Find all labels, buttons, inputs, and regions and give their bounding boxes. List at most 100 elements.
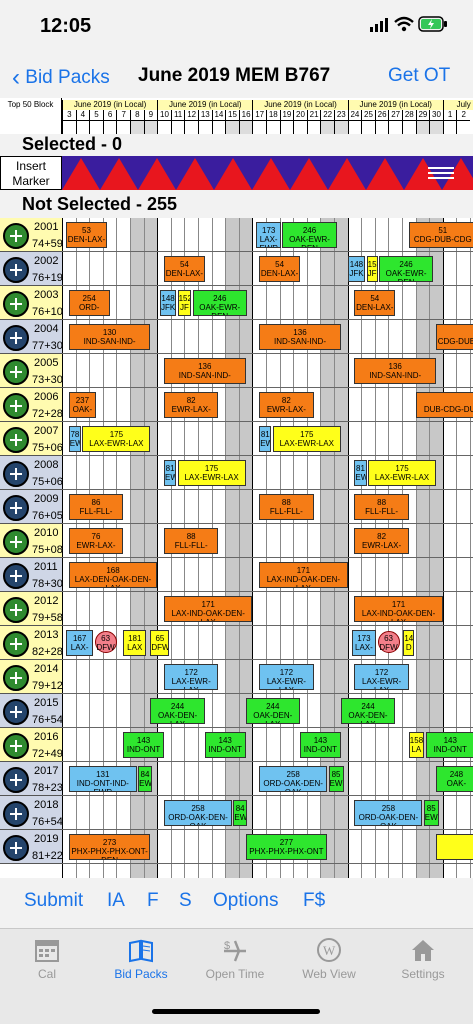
add-line-icon[interactable]: [3, 733, 29, 759]
trip-pairing[interactable]: 82 EWR-LAX-: [164, 392, 219, 418]
trip-pairing[interactable]: 85EWR: [423, 800, 439, 826]
trip-pairing[interactable]: 175 LAX-EWR-LAX: [368, 460, 436, 486]
trip-pairing[interactable]: 82 EWR-LAX-: [259, 392, 314, 418]
trip-pairing[interactable]: 143 IND-ONT: [204, 732, 246, 758]
add-line-icon[interactable]: [3, 699, 29, 725]
options-button[interactable]: Options: [213, 890, 278, 912]
trip-pairing[interactable]: 54 DEN-LAX-: [354, 290, 396, 316]
trip-pairing[interactable]: 88 FLL-FLL-: [354, 494, 409, 520]
trip-pairing[interactable]: 181 LAX: [123, 630, 147, 656]
trip-pairing[interactable]: 136 IND-SAN-IND-: [354, 358, 436, 384]
add-line-icon[interactable]: [3, 291, 29, 317]
trip-pairing[interactable]: 244OAK-DEN-LAX: [150, 698, 205, 724]
add-line-icon[interactable]: [3, 427, 29, 453]
trip-pairing[interactable]: 171LAX-IND-OAK-DEN-LAX: [259, 562, 348, 588]
trip-pairing[interactable]: 53 DEN-LAX-: [66, 222, 107, 248]
add-line-icon[interactable]: [3, 563, 29, 589]
trip-pairing[interactable]: 258ORD-OAK-DEN-OAK: [354, 800, 423, 826]
trip-pairing[interactable]: [436, 834, 473, 860]
f-dollar-button[interactable]: F$: [303, 890, 325, 912]
trip-pairing[interactable]: 85EWR: [328, 766, 344, 792]
s-button[interactable]: S: [179, 890, 192, 912]
add-line-icon[interactable]: [3, 665, 29, 691]
add-line-icon[interactable]: [3, 631, 29, 657]
bid-line-row[interactable]: 2017 78+23: [0, 762, 63, 796]
tab-settings[interactable]: Settings: [376, 937, 470, 981]
trip-pairing[interactable]: 148 JFK: [347, 256, 366, 282]
trip-pairing[interactable]: 81EW: [354, 460, 367, 486]
add-line-icon[interactable]: [3, 495, 29, 521]
trip-pairing[interactable]: 86 FLL-FLL-: [68, 494, 124, 520]
trip-pairing[interactable]: 76 EWR-LAX-: [68, 528, 124, 554]
menu-icon[interactable]: [428, 166, 454, 185]
add-line-icon[interactable]: [3, 257, 29, 283]
trip-pairing[interactable]: 143 IND-ONT: [123, 732, 164, 758]
trip-pairing[interactable]: 131IND-ONT-IND-EWR: [68, 766, 137, 792]
trip-pairing[interactable]: 152JF: [366, 256, 378, 282]
bid-line-row[interactable]: 2005 73+30: [0, 354, 63, 388]
bid-line-row[interactable]: 2010 75+08: [0, 524, 63, 558]
add-line-icon[interactable]: [3, 461, 29, 487]
trip-pairing[interactable]: 136 IND-SAN-IND-: [164, 358, 246, 384]
add-line-icon[interactable]: [3, 767, 29, 793]
trip-pairing[interactable]: 63 DFW: [94, 631, 117, 653]
trip-pairing[interactable]: 246OAK-EWR-DEN: [282, 222, 337, 248]
back-button[interactable]: ‹ Bid Packs: [12, 64, 110, 92]
trip-pairing[interactable]: 277 PHX-PHX-PHX-ONT: [245, 834, 328, 860]
trip-pairing[interactable]: 258ORD-OAK-DEN-OAK: [259, 766, 328, 792]
trip-pairing[interactable]: 244OAK-DEN-LAX: [340, 698, 396, 724]
add-line-icon[interactable]: [3, 801, 29, 827]
trip-pairing[interactable]: 54 DEN-LAX-: [164, 256, 205, 282]
trip-pairing[interactable]: DUB-CDG-DU: [415, 392, 473, 418]
trip-pairing[interactable]: 167 LAX-: [66, 630, 94, 656]
trip-pairing[interactable]: 88 FLL-FLL-: [259, 494, 314, 520]
trip-pairing[interactable]: 81EW: [164, 460, 177, 486]
trip-pairing[interactable]: 14 D: [403, 630, 415, 656]
bid-line-row[interactable]: 2001 74+59: [0, 218, 63, 252]
trip-pairing[interactable]: 84 EW: [138, 766, 152, 792]
trip-pairing[interactable]: 258ORD-OAK-DEN-OAK: [164, 800, 232, 826]
bid-line-row[interactable]: 2013 82+28: [0, 626, 63, 660]
trip-pairing[interactable]: 54 DEN-LAX-: [259, 256, 300, 282]
trip-pairing[interactable]: 171LAX-IND-OAK-DEN-LAX: [354, 596, 443, 622]
trip-pairing[interactable]: 168LAX-DEN-OAK-DEN-LAX: [68, 562, 158, 588]
bid-line-row[interactable]: 2002 76+19: [0, 252, 63, 286]
bid-line-row[interactable]: 2014 79+12: [0, 660, 63, 694]
trip-pairing[interactable]: 173 LAX-: [351, 630, 377, 656]
trip-pairing[interactable]: 143 IND-ONT: [426, 732, 473, 758]
bid-line-row[interactable]: 2011 78+30: [0, 558, 63, 592]
trip-pairing[interactable]: 81EW: [259, 426, 272, 452]
bid-line-row[interactable]: 2019 81+22: [0, 830, 63, 864]
trip-pairing[interactable]: 171LAX-IND-OAK-DEN-LAX: [164, 596, 253, 622]
tab-open-time[interactable]: $ Open Time: [188, 937, 282, 981]
trip-pairing[interactable]: 172LAX-EWR-LAX: [164, 664, 219, 690]
trip-pairing[interactable]: 246OAK-EWR-DEN: [192, 290, 247, 316]
trip-pairing[interactable]: 246OAK-EWR-DEN: [378, 256, 434, 282]
trip-pairing[interactable]: 175 LAX-EWR-LAX: [177, 460, 246, 486]
bid-line-row[interactable]: 2006 72+28: [0, 388, 63, 422]
trip-pairing[interactable]: 88 FLL-FLL-: [164, 528, 219, 554]
insert-marker-row[interactable]: Insert Marker: [0, 156, 473, 190]
trip-pairing[interactable]: 173LAX-EWR: [256, 222, 281, 248]
bid-line-row[interactable]: 2009 76+05: [0, 490, 63, 524]
add-line-icon[interactable]: [3, 325, 29, 351]
tab-cal[interactable]: Cal: [0, 937, 94, 981]
trip-pairing[interactable]: 158 LA: [408, 732, 424, 758]
tab-bid-packs[interactable]: Bid Packs: [94, 937, 188, 981]
trip-pairing[interactable]: 237 OAK-: [68, 392, 96, 418]
trip-pairing[interactable]: 152JF: [177, 290, 192, 316]
trip-pairing[interactable]: 63 DFW: [377, 631, 400, 653]
trip-pairing[interactable]: 273PHX-PHX-PHX-ONT-DEN: [68, 834, 151, 860]
trip-pairing[interactable]: 172LAX-EWR-LAX: [259, 664, 314, 690]
trip-pairing[interactable]: 130 IND-SAN-IND-: [68, 324, 151, 350]
trip-pairing[interactable]: 172LAX-EWR-LAX: [354, 664, 409, 690]
trip-pairing[interactable]: 51 CDG-DUB-CDG: [408, 222, 473, 248]
trip-pairing[interactable]: 84 EW: [233, 800, 247, 826]
bid-line-row[interactable]: 2003 76+10: [0, 286, 63, 320]
bid-line-row[interactable]: 2015 76+54: [0, 694, 63, 728]
bid-line-row[interactable]: 2004 77+30: [0, 320, 63, 354]
trip-pairing[interactable]: 244OAK-DEN-LAX: [245, 698, 300, 724]
trip-pairing[interactable]: 78EW: [68, 426, 82, 452]
f-button[interactable]: F: [147, 890, 159, 912]
bid-line-row[interactable]: 2007 75+06: [0, 422, 63, 456]
